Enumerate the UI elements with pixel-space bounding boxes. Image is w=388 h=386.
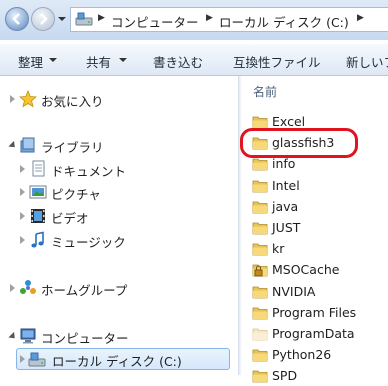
file-item-folder[interactable]: MSOCache [252, 260, 388, 280]
file-item-folder[interactable]: kr [252, 239, 388, 259]
file-name: JUST [272, 220, 301, 235]
folder-icon [252, 180, 268, 192]
file-name: Python26 [272, 347, 332, 363]
column-header-name[interactable]: 名前 [253, 83, 277, 100]
drive-icon [28, 352, 46, 367]
music-note-icon [31, 231, 44, 248]
breadcrumb-separator-icon[interactable]: ▶ [206, 13, 213, 23]
address-box[interactable]: ▶ コンピューター ▶ ローカル ディスク (C:) ▶ [70, 7, 388, 32]
file-name: NVIDIA [272, 283, 316, 299]
video-icon [31, 209, 45, 223]
computer-icon [20, 328, 36, 344]
nav-label: ローカル ディスク (C:) [52, 354, 182, 369]
folder-icon [252, 201, 268, 214]
star-icon [19, 90, 37, 108]
file-item-folder[interactable]: Program Files [252, 303, 388, 323]
expand-arrow-icon[interactable] [10, 284, 15, 292]
nav-item-local-disk[interactable]: ローカル ディスク (C:) [16, 348, 230, 370]
nav-item-music[interactable]: ミュージック [20, 230, 220, 252]
folder-icon [252, 307, 268, 320]
file-list-pane: 名前 Excel glassfish3 info Intel java JUST kr MSO… [242, 76, 388, 383]
file-item-folder[interactable]: java [252, 197, 388, 217]
folder-icon [252, 243, 268, 256]
expand-arrow-icon[interactable] [20, 355, 25, 363]
folder-icon [252, 158, 268, 171]
chevron-down-icon [119, 58, 127, 62]
file-name: MSOCache [272, 262, 340, 278]
file-item-folder[interactable]: Python26 [252, 345, 388, 365]
forward-button[interactable] [31, 7, 55, 31]
file-name: kr [272, 241, 285, 257]
nav-item-libraries[interactable]: ライブラリ [8, 135, 210, 157]
nav-item-pictures[interactable]: ピクチャ [20, 182, 220, 204]
nav-label: ミュージック [51, 235, 126, 250]
file-item-folder[interactable]: Intel [252, 176, 388, 196]
nav-label: ピクチャ [51, 187, 101, 202]
nav-item-videos[interactable]: ビデオ [20, 206, 220, 228]
collapse-arrow-icon[interactable] [8, 140, 18, 151]
nav-item-documents[interactable]: ドキュメント [20, 159, 220, 181]
file-name: Intel [272, 177, 300, 193]
organize-menu-button[interactable]: 整理 [18, 52, 43, 71]
expand-arrow-icon[interactable] [20, 236, 25, 244]
nav-item-favorites[interactable]: お気に入り [10, 89, 210, 111]
file-name: Excel [272, 114, 306, 129]
pictures-icon [29, 185, 47, 199]
nav-label: ビデオ [51, 211, 89, 226]
nav-label: コンピューター [41, 331, 129, 346]
expand-arrow-icon[interactable] [20, 188, 25, 196]
nav-item-computer[interactable]: コンピューター [8, 326, 210, 348]
burn-button[interactable]: 書き込む [153, 52, 203, 71]
drive-icon [75, 12, 93, 26]
file-name: Program Files [272, 304, 357, 320]
compatibility-files-button[interactable]: 互換性ファイル [233, 52, 321, 71]
breadcrumb-local-disk[interactable]: ローカル ディスク (C:) [219, 12, 349, 31]
expand-arrow-icon[interactable] [10, 95, 15, 103]
file-item-folder[interactable]: JUST [252, 218, 388, 238]
folder-icon [252, 222, 268, 235]
file-name: ProgramData [272, 326, 355, 341]
folder-icon [252, 286, 268, 298]
breadcrumb-separator-icon[interactable]: ▶ [357, 13, 364, 23]
nav-label: ライブラリ [41, 140, 104, 155]
documents-icon [32, 160, 45, 177]
file-name: SPD [272, 368, 298, 384]
recent-pages-dropdown-icon[interactable] [57, 14, 67, 24]
back-arrow-icon [12, 13, 20, 25]
library-icon [20, 137, 35, 153]
expand-arrow-icon[interactable] [20, 212, 25, 220]
breadcrumb-computer[interactable]: コンピューター [111, 12, 199, 31]
nav-label: お気に入り [41, 94, 104, 109]
nav-label: ドキュメント [51, 164, 127, 179]
folder-icon [252, 370, 268, 383]
chevron-down-icon [49, 58, 57, 62]
folder-icon [252, 328, 268, 341]
folder-icon [252, 349, 268, 362]
forward-arrow-icon [40, 13, 48, 25]
new-folder-button[interactable]: 新しいフ [346, 52, 388, 71]
file-name: java [272, 198, 299, 214]
address-bar-area: ▶ コンピューター ▶ ローカル ディスク (C:) ▶ [0, 0, 388, 40]
collapse-arrow-icon[interactable] [8, 331, 18, 342]
file-item-folder[interactable]: SPD [252, 366, 388, 386]
file-item-folder[interactable]: NVIDIA [252, 282, 388, 302]
share-menu-button[interactable]: 共有 [86, 52, 111, 71]
navigation-pane: お気に入り ライブラリ ドキュメント ピクチャ ビデオ ミュージック ホームグル… [0, 76, 238, 375]
back-button[interactable] [5, 7, 29, 31]
locked-folder-icon [252, 264, 268, 277]
file-name: info [272, 156, 296, 172]
file-item-folder[interactable]: ProgramData [252, 324, 388, 344]
expand-arrow-icon[interactable] [20, 165, 25, 173]
nav-label: ホームグループ [41, 283, 128, 298]
nav-item-homegroup[interactable]: ホームグループ [10, 278, 210, 300]
homegroup-icon [20, 280, 36, 294]
command-bar: 整理 共有 書き込む 互換性ファイル 新しいフ [0, 44, 388, 76]
highlight-annotation [240, 128, 358, 158]
breadcrumb-separator-icon[interactable]: ▶ [98, 13, 105, 23]
